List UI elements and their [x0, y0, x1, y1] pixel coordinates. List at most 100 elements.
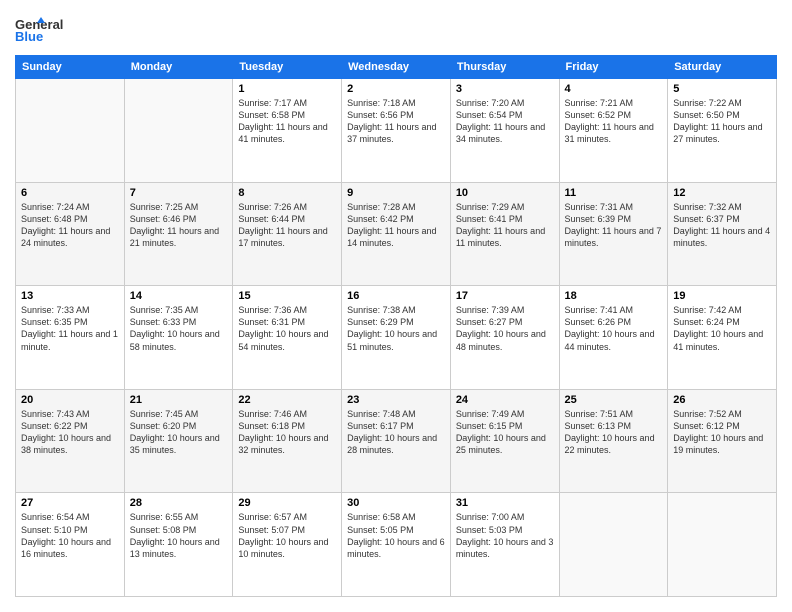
- day-info: Sunrise: 7:38 AM Sunset: 6:29 PM Dayligh…: [347, 304, 445, 353]
- day-number: 26: [673, 394, 771, 406]
- calendar-cell: 24Sunrise: 7:49 AM Sunset: 6:15 PM Dayli…: [450, 389, 559, 493]
- calendar-cell: 19 Sunrise: 7:42 AM Sunset: 6:24 PM Dayli…: [668, 286, 777, 390]
- day-number: 17: [456, 290, 554, 302]
- weekday-monday: Monday: [124, 56, 233, 79]
- day-number: 12: [673, 187, 771, 199]
- day-info: Sunrise: 7:00 AM Sunset: 5:03 PM Dayligh…: [456, 511, 554, 560]
- day-number: 11: [565, 187, 663, 199]
- day-info: Sunrise: 7:41 AM Sunset: 6:26 PM Dayligh…: [565, 304, 663, 353]
- calendar-cell: 22Sunrise: 7:46 AM Sunset: 6:18 PM Dayli…: [233, 389, 342, 493]
- calendar-cell: 27Sunrise: 6:54 AM Sunset: 5:10 PM Dayli…: [16, 493, 125, 597]
- calendar-cell: 5 Sunrise: 7:22 AM Sunset: 6:50 PM Daylig…: [668, 79, 777, 183]
- calendar-cell: 2 Sunrise: 7:18 AM Sunset: 6:56 PM Daylig…: [342, 79, 451, 183]
- calendar-cell: 29 Sunrise: 6:57 AM Sunset: 5:07 PM Dayli…: [233, 493, 342, 597]
- calendar-body: 1 Sunrise: 7:17 AM Sunset: 6:58 PM Daylig…: [16, 79, 777, 597]
- calendar-cell: 23 Sunrise: 7:48 AM Sunset: 6:17 PM Dayli…: [342, 389, 451, 493]
- calendar-cell: 6 Sunrise: 7:24 AM Sunset: 6:48 PM Daylig…: [16, 182, 125, 286]
- day-number: 29: [238, 497, 336, 509]
- calendar-cell: 21 Sunrise: 7:45 AM Sunset: 6:20 PM Dayli…: [124, 389, 233, 493]
- weekday-friday: Friday: [559, 56, 668, 79]
- day-info: Sunrise: 6:57 AM Sunset: 5:07 PM Dayligh…: [238, 511, 336, 560]
- calendar-cell: 1 Sunrise: 7:17 AM Sunset: 6:58 PM Daylig…: [233, 79, 342, 183]
- day-number: 9: [347, 187, 445, 199]
- day-number: 13: [21, 290, 119, 302]
- calendar-cell: 14 Sunrise: 7:35 AM Sunset: 6:33 PM Dayli…: [124, 286, 233, 390]
- day-info: Sunrise: 7:18 AM Sunset: 6:56 PM Dayligh…: [347, 97, 445, 146]
- weekday-saturday: Saturday: [668, 56, 777, 79]
- day-info: Sunrise: 7:46 AM Sunset: 6:18 PM Dayligh…: [238, 408, 336, 457]
- weekday-sunday: Sunday: [16, 56, 125, 79]
- day-info: Sunrise: 7:25 AM Sunset: 6:46 PM Dayligh…: [130, 201, 228, 250]
- calendar-cell: 16 Sunrise: 7:38 AM Sunset: 6:29 PM Dayli…: [342, 286, 451, 390]
- day-info: Sunrise: 7:29 AM Sunset: 6:41 PM Dayligh…: [456, 201, 554, 250]
- day-info: Sunrise: 7:31 AM Sunset: 6:39 PM Dayligh…: [565, 201, 663, 250]
- day-number: 8: [238, 187, 336, 199]
- calendar-cell: 28 Sunrise: 6:55 AM Sunset: 5:08 PM Dayli…: [124, 493, 233, 597]
- calendar-table: SundayMondayTuesdayWednesdayThursdayFrid…: [15, 55, 777, 597]
- day-info: Sunrise: 7:43 AM Sunset: 6:22 PM Dayligh…: [21, 408, 119, 457]
- day-number: 6: [21, 187, 119, 199]
- day-info: Sunrise: 7:51 AM Sunset: 6:13 PM Dayligh…: [565, 408, 663, 457]
- calendar-cell: [124, 79, 233, 183]
- calendar-cell: 17 Sunrise: 7:39 AM Sunset: 6:27 PM Dayli…: [450, 286, 559, 390]
- logo-icon: General Blue: [15, 15, 75, 45]
- day-number: 7: [130, 187, 228, 199]
- logo: General Blue: [15, 15, 75, 45]
- day-info: Sunrise: 7:17 AM Sunset: 6:58 PM Dayligh…: [238, 97, 336, 146]
- day-number: 30: [347, 497, 445, 509]
- calendar-cell: 7 Sunrise: 7:25 AM Sunset: 6:46 PM Daylig…: [124, 182, 233, 286]
- day-info: Sunrise: 7:45 AM Sunset: 6:20 PM Dayligh…: [130, 408, 228, 457]
- calendar-cell: 9Sunrise: 7:28 AM Sunset: 6:42 PM Daylig…: [342, 182, 451, 286]
- calendar-cell: 20 Sunrise: 7:43 AM Sunset: 6:22 PM Dayli…: [16, 389, 125, 493]
- day-number: 21: [130, 394, 228, 406]
- weekday-wednesday: Wednesday: [342, 56, 451, 79]
- calendar-cell: 3Sunrise: 7:20 AM Sunset: 6:54 PM Daylig…: [450, 79, 559, 183]
- day-number: 3: [456, 83, 554, 95]
- calendar-cell: [668, 493, 777, 597]
- calendar-cell: [16, 79, 125, 183]
- calendar-cell: 25 Sunrise: 7:51 AM Sunset: 6:13 PM Dayli…: [559, 389, 668, 493]
- calendar-cell: 30 Sunrise: 6:58 AM Sunset: 5:05 PM Dayli…: [342, 493, 451, 597]
- weekday-thursday: Thursday: [450, 56, 559, 79]
- calendar-week-1: 1 Sunrise: 7:17 AM Sunset: 6:58 PM Daylig…: [16, 79, 777, 183]
- day-number: 14: [130, 290, 228, 302]
- calendar-cell: 13 Sunrise: 7:33 AM Sunset: 6:35 PM Dayli…: [16, 286, 125, 390]
- day-number: 15: [238, 290, 336, 302]
- day-info: Sunrise: 7:39 AM Sunset: 6:27 PM Dayligh…: [456, 304, 554, 353]
- day-number: 20: [21, 394, 119, 406]
- day-info: Sunrise: 7:52 AM Sunset: 6:12 PM Dayligh…: [673, 408, 771, 457]
- day-info: Sunrise: 7:49 AM Sunset: 6:15 PM Dayligh…: [456, 408, 554, 457]
- day-info: Sunrise: 7:33 AM Sunset: 6:35 PM Dayligh…: [21, 304, 119, 353]
- day-number: 4: [565, 83, 663, 95]
- day-number: 10: [456, 187, 554, 199]
- day-number: 19: [673, 290, 771, 302]
- day-number: 16: [347, 290, 445, 302]
- calendar-week-5: 27Sunrise: 6:54 AM Sunset: 5:10 PM Dayli…: [16, 493, 777, 597]
- calendar-cell: 15 Sunrise: 7:36 AM Sunset: 6:31 PM Dayli…: [233, 286, 342, 390]
- calendar-cell: 31 Sunrise: 7:00 AM Sunset: 5:03 PM Dayli…: [450, 493, 559, 597]
- day-info: Sunrise: 7:22 AM Sunset: 6:50 PM Dayligh…: [673, 97, 771, 146]
- day-number: 2: [347, 83, 445, 95]
- day-info: Sunrise: 6:58 AM Sunset: 5:05 PM Dayligh…: [347, 511, 445, 560]
- day-number: 28: [130, 497, 228, 509]
- day-info: Sunrise: 6:55 AM Sunset: 5:08 PM Dayligh…: [130, 511, 228, 560]
- day-info: Sunrise: 7:36 AM Sunset: 6:31 PM Dayligh…: [238, 304, 336, 353]
- calendar-cell: 10 Sunrise: 7:29 AM Sunset: 6:41 PM Dayli…: [450, 182, 559, 286]
- calendar-cell: 12 Sunrise: 7:32 AM Sunset: 6:37 PM Dayli…: [668, 182, 777, 286]
- day-info: Sunrise: 7:24 AM Sunset: 6:48 PM Dayligh…: [21, 201, 119, 250]
- calendar-cell: 11 Sunrise: 7:31 AM Sunset: 6:39 PM Dayli…: [559, 182, 668, 286]
- day-info: Sunrise: 7:42 AM Sunset: 6:24 PM Dayligh…: [673, 304, 771, 353]
- day-info: Sunrise: 7:48 AM Sunset: 6:17 PM Dayligh…: [347, 408, 445, 457]
- day-number: 23: [347, 394, 445, 406]
- day-number: 5: [673, 83, 771, 95]
- calendar-week-2: 6 Sunrise: 7:24 AM Sunset: 6:48 PM Daylig…: [16, 182, 777, 286]
- day-number: 31: [456, 497, 554, 509]
- day-info: Sunrise: 6:54 AM Sunset: 5:10 PM Dayligh…: [21, 511, 119, 560]
- calendar-cell: 8Sunrise: 7:26 AM Sunset: 6:44 PM Daylig…: [233, 182, 342, 286]
- svg-text:Blue: Blue: [15, 29, 43, 44]
- day-number: 25: [565, 394, 663, 406]
- day-info: Sunrise: 7:32 AM Sunset: 6:37 PM Dayligh…: [673, 201, 771, 250]
- day-number: 1: [238, 83, 336, 95]
- day-number: 18: [565, 290, 663, 302]
- day-info: Sunrise: 7:35 AM Sunset: 6:33 PM Dayligh…: [130, 304, 228, 353]
